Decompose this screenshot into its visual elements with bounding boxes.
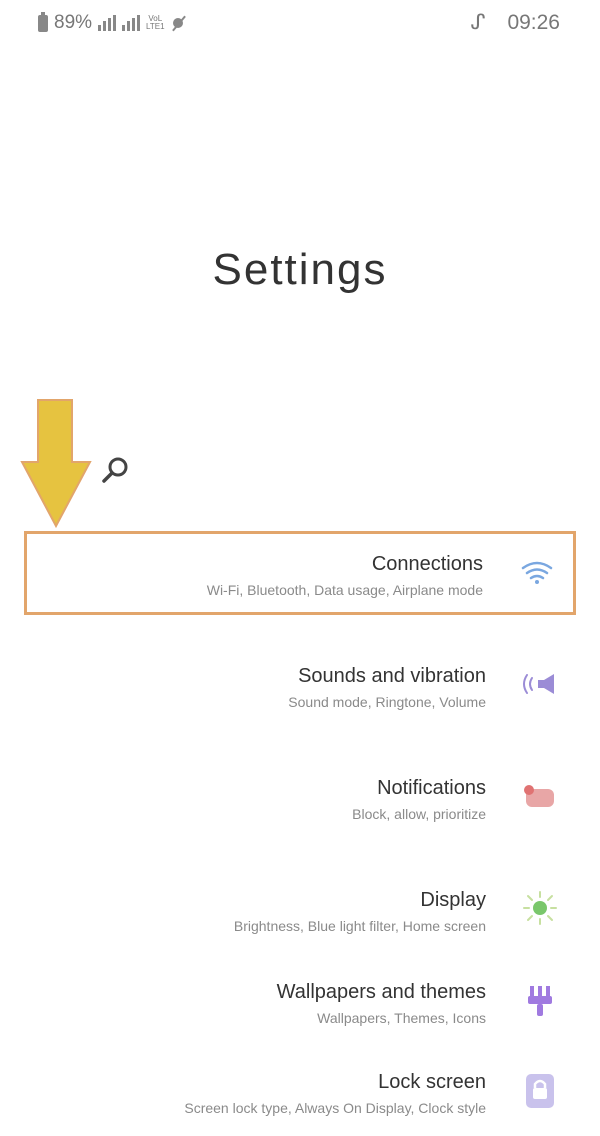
mute-icon <box>171 15 187 31</box>
row-title: Connections <box>371 553 483 575</box>
brush-icon <box>528 986 552 1016</box>
row-subtitle: Brightness, Blue light filter, Home scre… <box>233 918 486 934</box>
sun-icon <box>523 891 557 925</box>
settings-item-display[interactable]: Display Brightness, Blue light filter, H… <box>24 870 576 954</box>
search-icon[interactable] <box>98 452 134 488</box>
row-title: Sounds and vibration <box>298 665 486 687</box>
network-label: VoL LTE1 <box>146 14 165 31</box>
wifi-icon <box>521 561 553 584</box>
battery-icon <box>38 11 48 32</box>
battery-percent: 89% <box>54 12 93 33</box>
settings-item-notifications[interactable]: Notifications Block, allow, prioritize <box>24 758 576 842</box>
row-title: Lock screen <box>378 1071 486 1093</box>
settings-item-wallpapers[interactable]: Wallpapers and themes Wallpapers, Themes… <box>24 962 576 1046</box>
row-subtitle: Wi-Fi, Bluetooth, Data usage, Airplane m… <box>206 582 483 598</box>
settings-item-lock-screen[interactable]: Lock screen Screen lock type, Always On … <box>24 1052 576 1136</box>
status-time-area: ᔑ 09:26 <box>470 10 560 35</box>
row-title: Wallpapers and themes <box>276 981 486 1003</box>
speaker-icon <box>523 674 554 694</box>
settings-item-connections[interactable]: Connections Wi-Fi, Bluetooth, Data usage… <box>24 531 576 615</box>
settings-item-sounds[interactable]: Sounds and vibration Sound mode, Rington… <box>24 646 576 730</box>
status-bar: 89% VoL LTE1 ᔑ 09:26 <box>0 0 600 48</box>
clock: 09:26 <box>507 10 560 34</box>
signal-icon <box>98 15 117 31</box>
row-title: Display <box>420 889 486 911</box>
lock-icon <box>526 1074 554 1108</box>
status-icons: 89% VoL LTE1 <box>38 11 187 34</box>
row-title: Notifications <box>377 777 486 799</box>
signal-icon-2 <box>122 15 141 31</box>
page-title: Settings <box>212 245 388 294</box>
row-subtitle: Block, allow, prioritize <box>352 806 486 822</box>
row-subtitle: Screen lock type, Always On Display, Clo… <box>184 1100 486 1116</box>
time-suffix: ᔑ <box>470 11 486 34</box>
row-subtitle: Wallpapers, Themes, Icons <box>317 1010 486 1026</box>
pointer-arrow-icon <box>20 399 92 529</box>
notification-icon <box>524 785 554 807</box>
row-subtitle: Sound mode, Ringtone, Volume <box>288 694 486 710</box>
